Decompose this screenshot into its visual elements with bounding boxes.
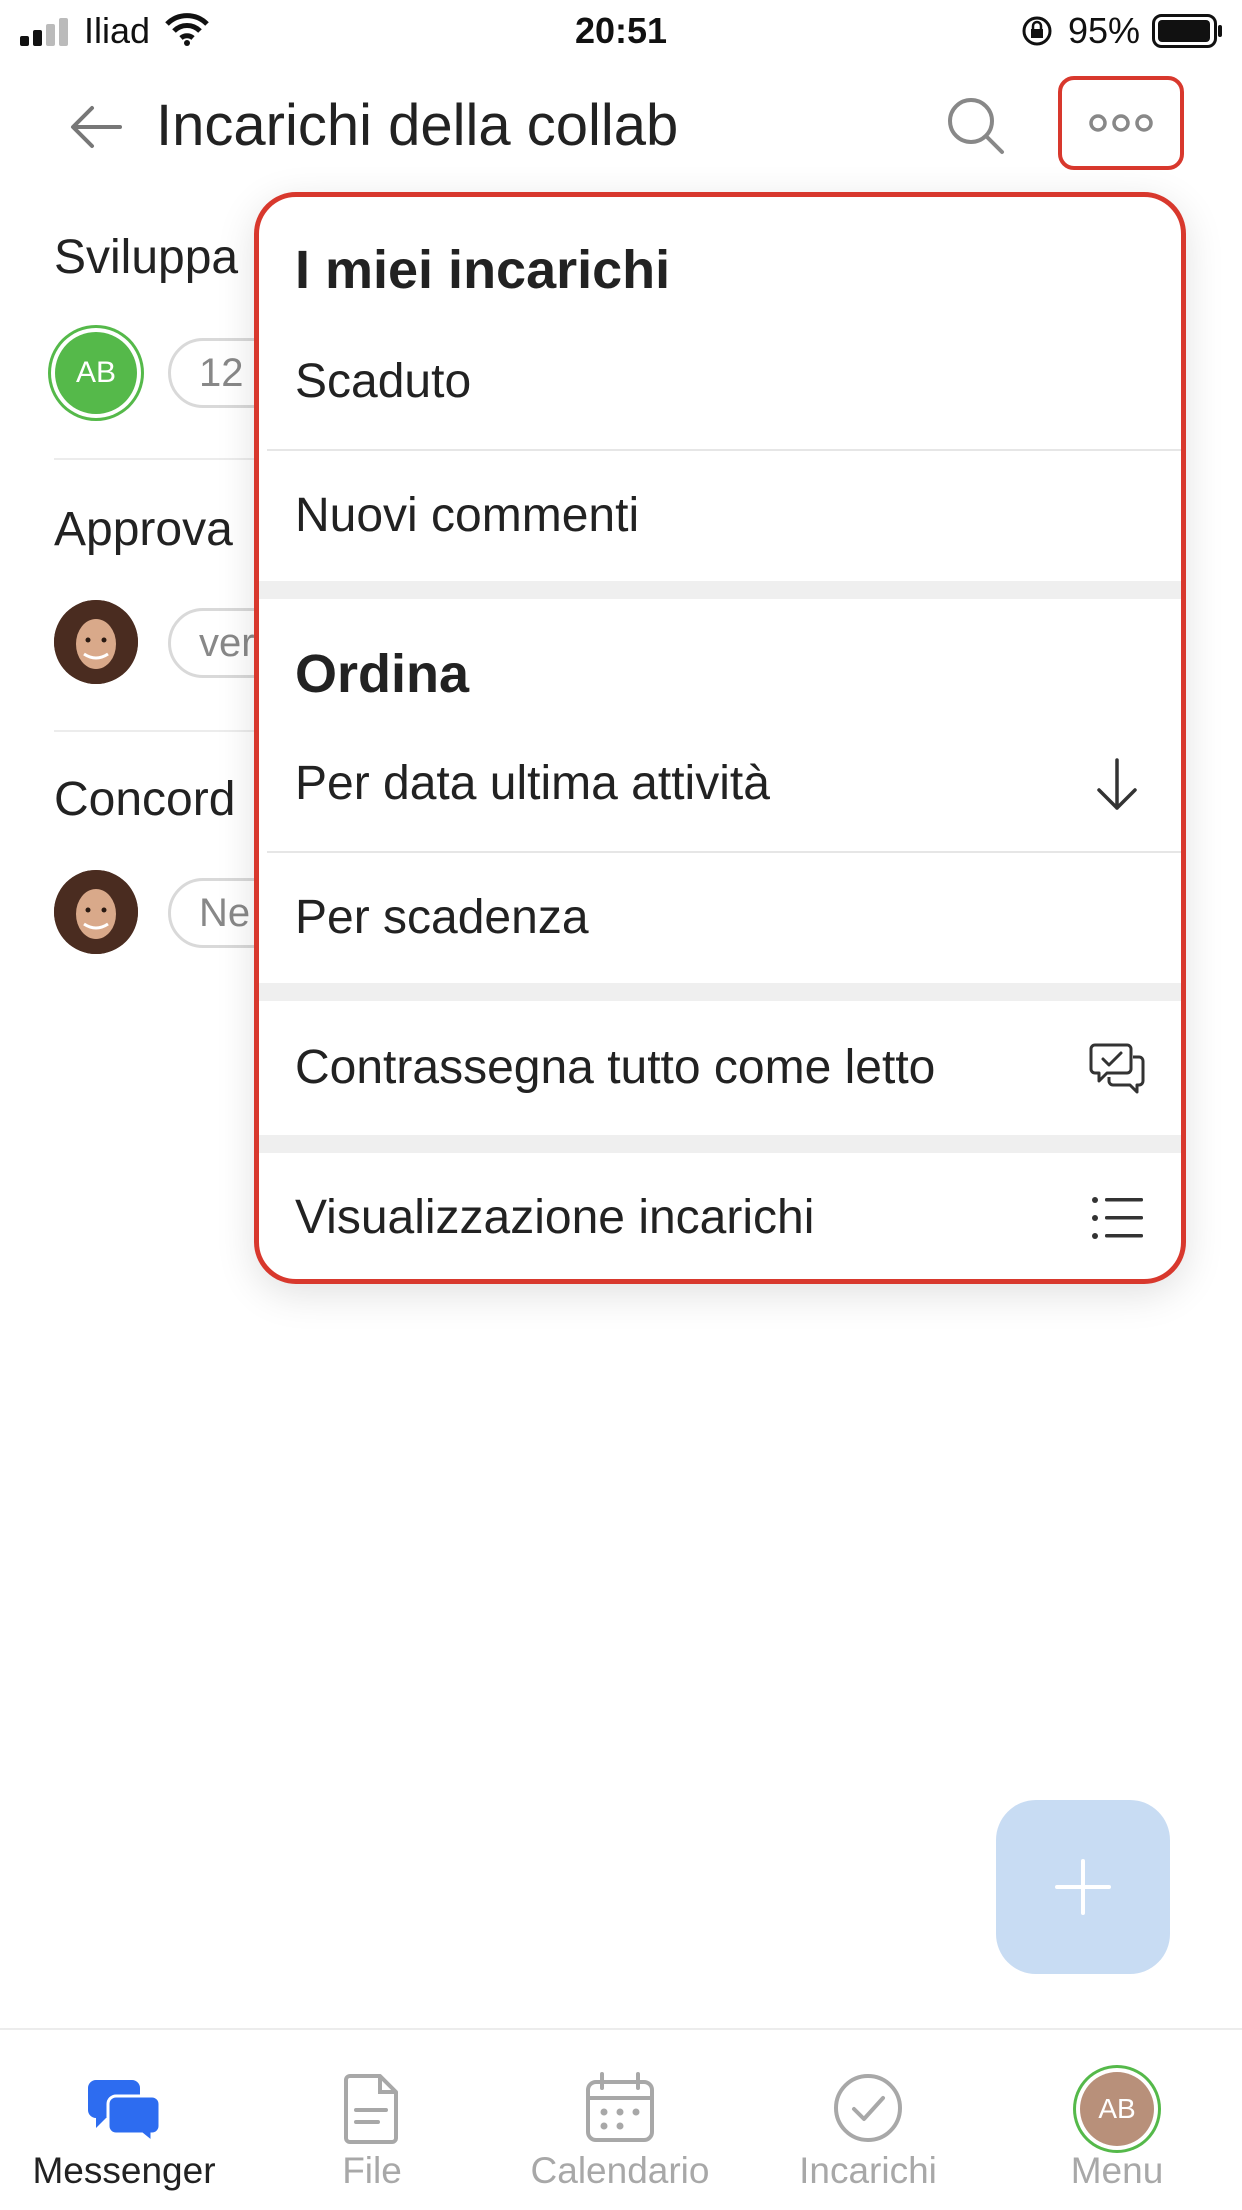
avatar: AB: [55, 332, 137, 414]
battery-icon: [1152, 14, 1222, 48]
avatar: [54, 600, 138, 684]
tab-tasks-label: Incarichi: [799, 2150, 937, 2191]
task-group-heading: Approva: [54, 503, 233, 556]
page-title: Incarichi della collab: [156, 93, 679, 158]
check-circle-icon: [834, 2074, 902, 2142]
bottom-tab-bar: Messenger File Calendario Incarichi AB M…: [0, 2028, 1242, 2210]
list-icon: [1092, 1197, 1143, 1239]
arrow-left-icon: [71, 106, 122, 148]
avatar: AB: [1080, 2072, 1154, 2146]
calendar-icon: [586, 2072, 654, 2142]
filter-new-comments[interactable]: Nuovi commenti: [259, 451, 1181, 581]
avatar: [54, 870, 138, 954]
mark-all-read[interactable]: Contrassegna tutto come letto: [259, 1001, 1181, 1135]
tab-messenger-label: Messenger: [32, 2150, 216, 2191]
sort-by-deadline[interactable]: Per scadenza: [259, 853, 1181, 983]
section-title-sort: Ordina: [295, 644, 470, 704]
tab-menu[interactable]: AB Menu: [992, 2030, 1242, 2210]
document-icon: [344, 2074, 398, 2144]
sort-by-last-activity-label: Per data ultima attività: [295, 757, 770, 810]
task-group[interactable]: Sviluppa: [54, 230, 238, 285]
filter-new-comments-label: Nuovi commenti: [295, 489, 640, 542]
divider: [54, 730, 254, 732]
section-separator: [259, 983, 1181, 1001]
status-bar: Iliad 20:51 95%: [0, 0, 1242, 62]
user-photo-icon: [54, 870, 138, 954]
search-button[interactable]: [944, 94, 1008, 158]
clock: 20:51: [574, 10, 668, 51]
chat-bubbles-icon: [88, 2080, 162, 2146]
user-photo-icon: [54, 600, 138, 684]
chat-check-icon: [1089, 1043, 1145, 1094]
task-group-heading: Sviluppa: [54, 231, 239, 284]
divider: [54, 458, 254, 460]
task-group[interactable]: Approva: [54, 502, 233, 557]
more-dots-icon: [1089, 114, 1153, 132]
battery-percent: 95%: [1068, 10, 1141, 51]
search-icon: [948, 98, 1004, 154]
tab-calendar-label: Calendario: [530, 2150, 710, 2191]
orientation-lock-icon: [1022, 16, 1052, 46]
filter-overdue[interactable]: Scaduto: [259, 317, 1181, 447]
tab-calendar[interactable]: Calendario: [496, 2030, 744, 2210]
mark-all-read-label: Contrassegna tutto come letto: [295, 1041, 936, 1094]
tab-file-label: File: [342, 2150, 402, 2191]
tab-messenger[interactable]: Messenger: [0, 2030, 248, 2210]
options-dropdown: I miei incarichi Scaduto Nuovi commenti …: [254, 192, 1186, 1284]
plus-icon: [1055, 1859, 1111, 1915]
add-task-button[interactable]: [996, 1800, 1170, 1974]
section-separator: [259, 581, 1181, 599]
section-separator: [259, 1135, 1181, 1153]
back-button[interactable]: [66, 100, 126, 154]
task-view-label: Visualizzazione incarichi: [295, 1191, 815, 1244]
task-group-heading: Concord: [54, 773, 236, 826]
task-group[interactable]: Concord: [54, 772, 235, 827]
section-title-my-tasks: I miei incarichi: [295, 240, 671, 300]
more-options-button[interactable]: [1058, 76, 1184, 170]
task-view[interactable]: Visualizzazione incarichi: [259, 1153, 1181, 1279]
arrow-down-icon: [1097, 758, 1137, 810]
tab-menu-label: Menu: [1070, 2150, 1164, 2191]
tab-file[interactable]: File: [248, 2030, 496, 2210]
sort-by-last-activity[interactable]: Per data ultima attività: [259, 719, 1181, 849]
filter-overdue-label: Scaduto: [295, 355, 472, 408]
sort-by-deadline-label: Per scadenza: [295, 891, 589, 944]
tab-tasks[interactable]: Incarichi: [744, 2030, 992, 2210]
